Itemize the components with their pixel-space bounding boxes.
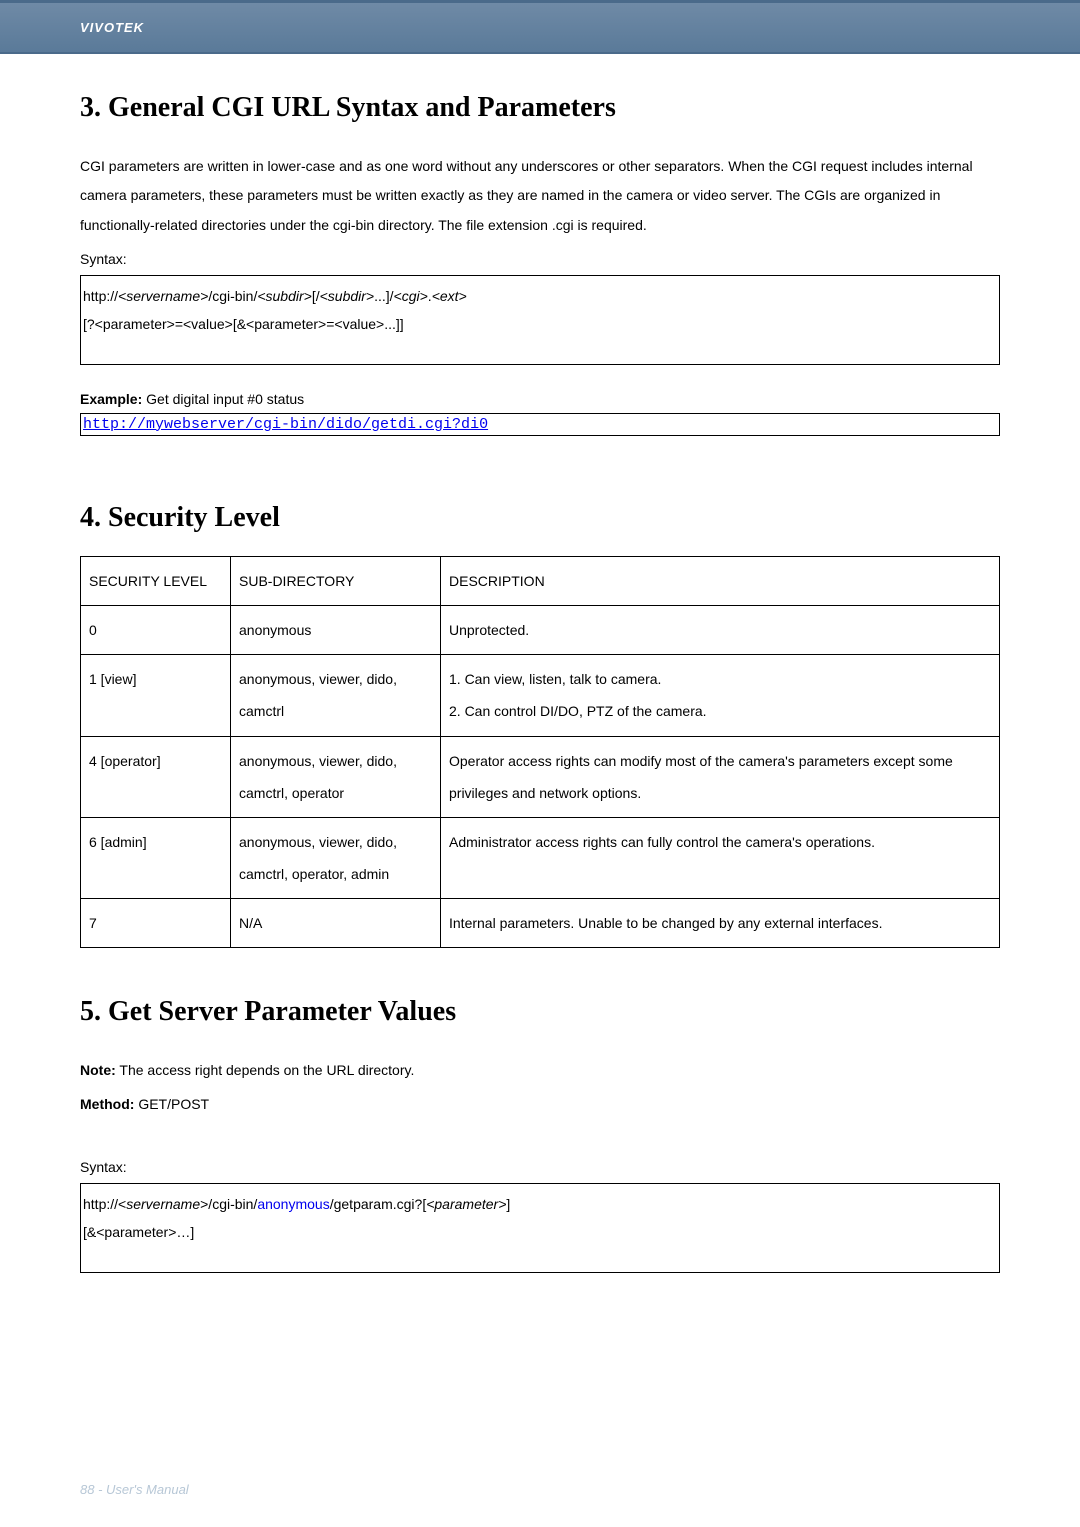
text: /cgi-bin/ — [208, 288, 257, 304]
note-line: Note: The access right depends on the UR… — [80, 1056, 1000, 1084]
table-row: 0 anonymous Unprotected. — [81, 605, 1000, 654]
method-text: GET/POST — [134, 1096, 209, 1112]
syntax-label-5: Syntax: — [80, 1154, 1000, 1181]
table-row: 1 [view] anonymous, viewer, dido, camctr… — [81, 655, 1000, 736]
cell-subdir: anonymous, viewer, dido, camctrl — [231, 655, 441, 736]
spacer — [80, 948, 1000, 996]
example-link-box: http://mywebserver/cgi-bin/dido/getdi.cg… — [80, 413, 1000, 436]
cell-subdir: anonymous, viewer, dido, camctrl, operat… — [231, 817, 441, 898]
cell-desc: Internal parameters. Unable to be change… — [441, 899, 1000, 948]
table-header-row: SECURITY LEVEL SUB-DIRECTORY DESCRIPTION — [81, 556, 1000, 605]
section-3-title: 3. General CGI URL Syntax and Parameters — [80, 92, 1000, 124]
section-4-title: 4. Security Level — [80, 502, 1000, 534]
col-sub-directory: SUB-DIRECTORY — [231, 556, 441, 605]
text-ital: <subdir> — [257, 288, 311, 304]
syntax-label-3: Syntax: — [80, 246, 1000, 273]
brand-logo: VIVOTEK — [80, 20, 144, 35]
example-url-link[interactable]: http://mywebserver/cgi-bin/dido/getdi.cg… — [83, 416, 488, 433]
cell-subdir: N/A — [231, 899, 441, 948]
text: ] — [506, 1196, 510, 1212]
syntax-line-2: [?<parameter>=<value>[&<parameter>=<valu… — [83, 310, 997, 338]
text-ital: <subdir> — [320, 288, 374, 304]
cell-level: 4 [operator] — [81, 736, 231, 817]
text: /getparam.cgi?[ — [330, 1196, 427, 1212]
table-row: 6 [admin] anonymous, viewer, dido, camct… — [81, 817, 1000, 898]
method-label: Method: — [80, 1096, 134, 1112]
security-level-table: SECURITY LEVEL SUB-DIRECTORY DESCRIPTION… — [80, 556, 1000, 949]
cell-desc: Unprotected. — [441, 605, 1000, 654]
cell-desc: 1. Can view, listen, talk to camera. 2. … — [441, 655, 1000, 736]
table-row: 7 N/A Internal parameters. Unable to be … — [81, 899, 1000, 948]
example-row: Example: Get digital input #0 status — [80, 391, 1000, 407]
method-line: Method: GET/POST — [80, 1090, 1000, 1118]
note-label: Note: — [80, 1062, 116, 1078]
header-band: VIVOTEK — [0, 0, 1080, 52]
col-security-level: SECURITY LEVEL — [81, 556, 231, 605]
cell-subdir: anonymous — [231, 605, 441, 654]
cell-desc: Administrator access rights can fully co… — [441, 817, 1000, 898]
note-text: The access right depends on the URL dire… — [116, 1062, 415, 1078]
page: VIVOTEK 3. General CGI URL Syntax and Pa… — [0, 0, 1080, 1527]
example-label: Example: — [80, 391, 142, 407]
text: [/ — [312, 288, 320, 304]
content-area: 3. General CGI URL Syntax and Parameters… — [0, 54, 1080, 1273]
syntax-box-3: http://<servername>/cgi-bin/<subdir>[/<s… — [80, 275, 1000, 365]
cell-level: 7 — [81, 899, 231, 948]
syntax-line-1: http://<servername>/cgi-bin/<subdir>[/<s… — [83, 282, 997, 310]
example-text: Get digital input #0 status — [142, 391, 304, 407]
text-ital: servername — [126, 1196, 200, 1212]
text-ital: <servername> — [118, 288, 208, 304]
syntax-box-5: http://<servername>/cgi-bin/anonymous/ge… — [80, 1183, 1000, 1273]
text-ital: <parameter> — [426, 1196, 506, 1212]
text: ...]/ — [374, 288, 393, 304]
cell-desc: Operator access rights can modify most o… — [441, 736, 1000, 817]
text: http://< — [83, 1196, 126, 1212]
text-link: anonymous — [257, 1196, 329, 1212]
text-ital: <cgi> — [394, 288, 428, 304]
spacer — [80, 436, 1000, 502]
section-3-paragraph: CGI parameters are written in lower-case… — [80, 152, 1000, 240]
cell-level: 0 — [81, 605, 231, 654]
spacer — [80, 1124, 1000, 1154]
page-footer: 88 - User's Manual — [80, 1482, 189, 1497]
text: >/cgi-bin/ — [200, 1196, 257, 1212]
col-description: DESCRIPTION — [441, 556, 1000, 605]
text-ital: <ext> — [432, 288, 467, 304]
syntax-5-line-1: http://<servername>/cgi-bin/anonymous/ge… — [83, 1190, 997, 1218]
section-5-title: 5. Get Server Parameter Values — [80, 996, 1000, 1028]
table-row: 4 [operator] anonymous, viewer, dido, ca… — [81, 736, 1000, 817]
syntax-5-line-2: [&<parameter>…] — [83, 1218, 997, 1246]
cell-level: 1 [view] — [81, 655, 231, 736]
cell-subdir: anonymous, viewer, dido, camctrl, operat… — [231, 736, 441, 817]
text: http:// — [83, 288, 118, 304]
cell-level: 6 [admin] — [81, 817, 231, 898]
